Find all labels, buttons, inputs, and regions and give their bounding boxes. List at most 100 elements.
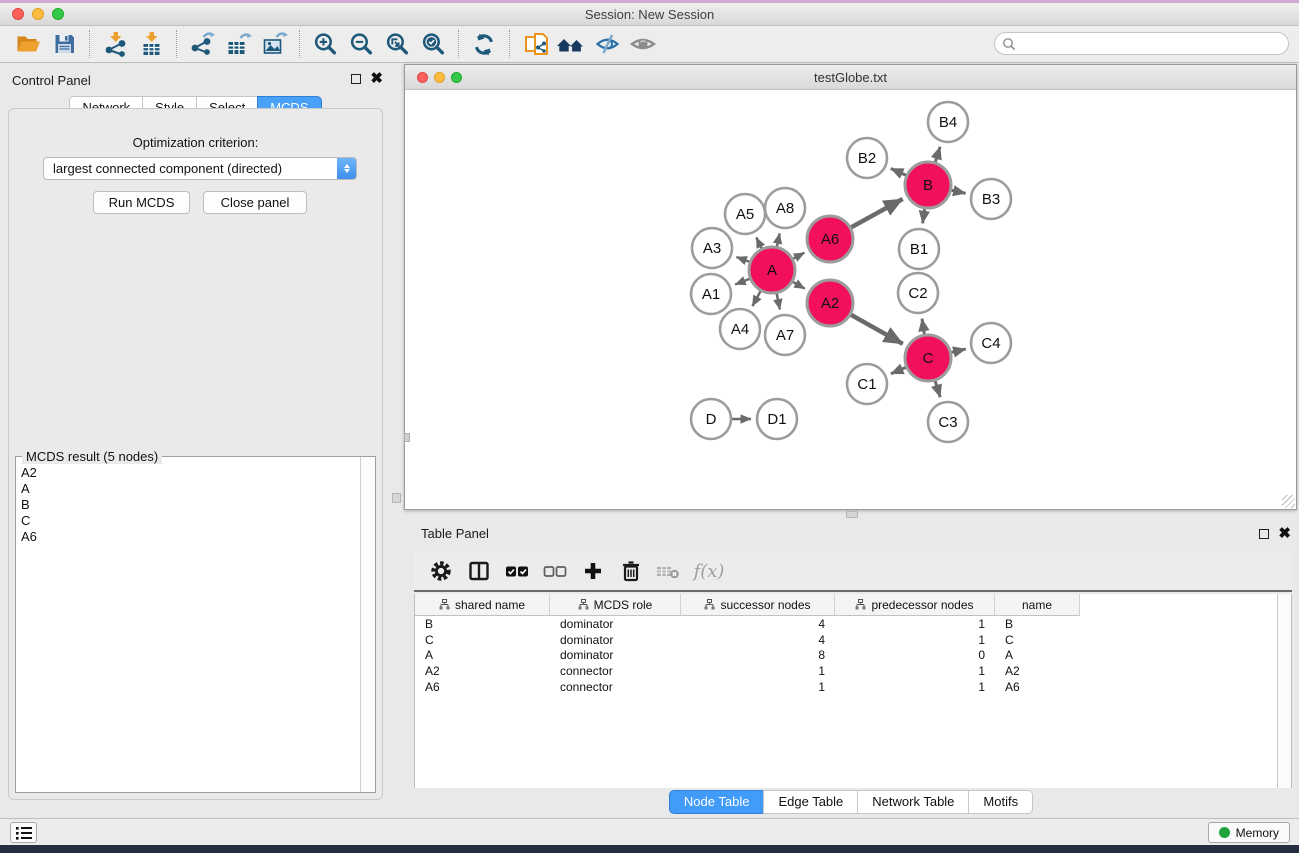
tab-node-table[interactable]: Node Table bbox=[669, 790, 764, 814]
column-header-mcds-role[interactable]: MCDS role bbox=[550, 594, 681, 616]
table-row[interactable]: Bdominator41B bbox=[415, 616, 1291, 632]
function-builder-button[interactable]: f(x) bbox=[688, 555, 726, 587]
cell-shared-name[interactable]: A bbox=[415, 647, 550, 663]
select-all-button[interactable] bbox=[498, 555, 536, 587]
graph-node-C2[interactable]: C2 bbox=[898, 273, 938, 313]
import-table-button[interactable] bbox=[133, 29, 169, 59]
graph-node-A8[interactable]: A8 bbox=[765, 188, 805, 228]
hide-details-button[interactable] bbox=[589, 29, 625, 59]
export-network-button[interactable] bbox=[184, 29, 220, 59]
show-panels-button[interactable] bbox=[10, 822, 37, 843]
graph-node-C1[interactable]: C1 bbox=[847, 364, 887, 404]
graph-node-A7[interactable]: A7 bbox=[765, 315, 805, 355]
cell-successor-nodes[interactable]: 8 bbox=[681, 647, 835, 663]
table-settings-button[interactable] bbox=[422, 555, 460, 587]
show-columns-button[interactable] bbox=[460, 555, 498, 587]
cell-successor-nodes[interactable]: 4 bbox=[681, 616, 835, 632]
mcds-result-item[interactable]: A6 bbox=[21, 529, 359, 545]
cell-name[interactable]: B bbox=[995, 616, 1080, 632]
graph-node-A4[interactable]: A4 bbox=[720, 309, 760, 349]
cell-predecessor-nodes[interactable]: 1 bbox=[835, 679, 995, 695]
cell-predecessor-nodes[interactable]: 1 bbox=[835, 616, 995, 632]
column-header-predecessor-nodes[interactable]: predecessor nodes bbox=[835, 594, 995, 616]
memory-button[interactable]: Memory bbox=[1208, 822, 1290, 843]
table-row[interactable]: Adominator80A bbox=[415, 647, 1291, 663]
horizontal-splitter-grip[interactable] bbox=[846, 511, 858, 518]
search-input[interactable] bbox=[1016, 37, 1288, 51]
tab-edge-table[interactable]: Edge Table bbox=[763, 790, 857, 814]
float-panel-icon[interactable] bbox=[351, 74, 361, 84]
search-field[interactable] bbox=[994, 32, 1289, 55]
graph-node-B[interactable]: B bbox=[905, 162, 951, 208]
table-row[interactable]: A6connector11A6 bbox=[415, 679, 1291, 695]
export-table-button[interactable] bbox=[220, 29, 256, 59]
cell-mcds-role[interactable]: dominator bbox=[550, 616, 681, 632]
window-edge-handle[interactable] bbox=[404, 433, 410, 442]
mcds-result-item[interactable]: C bbox=[21, 513, 359, 529]
close-table-panel-icon[interactable]: ✖ bbox=[1278, 529, 1291, 539]
add-column-button[interactable] bbox=[574, 555, 612, 587]
table-row[interactable]: A2connector11A2 bbox=[415, 663, 1291, 679]
cell-predecessor-nodes[interactable]: 0 bbox=[835, 647, 995, 663]
cell-successor-nodes[interactable]: 1 bbox=[681, 663, 835, 679]
cell-name[interactable]: C bbox=[995, 632, 1080, 648]
graph-node-A6[interactable]: A6 bbox=[807, 216, 853, 262]
tab-network-table[interactable]: Network Table bbox=[857, 790, 968, 814]
graph-node-C[interactable]: C bbox=[905, 335, 951, 381]
save-session-button[interactable] bbox=[46, 29, 82, 59]
window-resize-grip[interactable] bbox=[1282, 495, 1295, 508]
close-panel-icon[interactable]: ✖ bbox=[370, 74, 383, 84]
zoom-fit-button[interactable] bbox=[379, 29, 415, 59]
zoom-in-button[interactable] bbox=[307, 29, 343, 59]
graph-node-D1[interactable]: D1 bbox=[757, 399, 797, 439]
home-view-button[interactable] bbox=[553, 29, 589, 59]
cell-successor-nodes[interactable]: 4 bbox=[681, 632, 835, 648]
graph-node-A2[interactable]: A2 bbox=[807, 280, 853, 326]
cell-predecessor-nodes[interactable]: 1 bbox=[835, 663, 995, 679]
table-row[interactable]: Cdominator41C bbox=[415, 632, 1291, 648]
cell-name[interactable]: A bbox=[995, 647, 1080, 663]
cell-shared-name[interactable]: A2 bbox=[415, 663, 550, 679]
vertical-splitter-grip[interactable] bbox=[392, 493, 401, 503]
graph-node-A5[interactable]: A5 bbox=[725, 194, 765, 234]
mcds-result-item[interactable]: B bbox=[21, 497, 359, 513]
optimization-criterion-select[interactable]: largest connected component (directed) bbox=[43, 157, 357, 180]
graph-node-C3[interactable]: C3 bbox=[928, 402, 968, 442]
network-window-titlebar[interactable]: testGlobe.txt bbox=[405, 65, 1296, 90]
cell-mcds-role[interactable]: dominator bbox=[550, 632, 681, 648]
graph-node-A[interactable]: A bbox=[749, 247, 795, 293]
refresh-layout-button[interactable] bbox=[466, 29, 502, 59]
cell-mcds-role[interactable]: connector bbox=[550, 679, 681, 695]
open-session-button[interactable] bbox=[10, 29, 46, 59]
table-scrollbar[interactable] bbox=[1277, 594, 1291, 788]
graph-node-A3[interactable]: A3 bbox=[692, 228, 732, 268]
zoom-out-button[interactable] bbox=[343, 29, 379, 59]
cell-shared-name[interactable]: A6 bbox=[415, 679, 550, 695]
cell-shared-name[interactable]: C bbox=[415, 632, 550, 648]
float-table-panel-icon[interactable] bbox=[1259, 529, 1269, 539]
mcds-result-item[interactable]: A2 bbox=[21, 465, 359, 481]
graph-node-B1[interactable]: B1 bbox=[899, 229, 939, 269]
graph-node-D[interactable]: D bbox=[691, 399, 731, 439]
cell-name[interactable]: A2 bbox=[995, 663, 1080, 679]
delete-column-button[interactable] bbox=[612, 555, 650, 587]
graph-node-B2[interactable]: B2 bbox=[847, 138, 887, 178]
column-header-name[interactable]: name bbox=[995, 594, 1080, 616]
clone-network-button[interactable] bbox=[517, 29, 553, 59]
graph-node-B4[interactable]: B4 bbox=[928, 102, 968, 142]
delete-table-button[interactable] bbox=[650, 555, 688, 587]
unselect-all-button[interactable] bbox=[536, 555, 574, 587]
graph-node-A1[interactable]: A1 bbox=[691, 274, 731, 314]
cell-shared-name[interactable]: B bbox=[415, 616, 550, 632]
export-image-button[interactable] bbox=[256, 29, 292, 59]
close-panel-button[interactable]: Close panel bbox=[203, 191, 307, 214]
cell-successor-nodes[interactable]: 1 bbox=[681, 679, 835, 695]
zoom-selected-button[interactable] bbox=[415, 29, 451, 59]
column-header-shared-name[interactable]: shared name bbox=[415, 594, 550, 616]
graph-node-B3[interactable]: B3 bbox=[971, 179, 1011, 219]
cell-name[interactable]: A6 bbox=[995, 679, 1080, 695]
cell-predecessor-nodes[interactable]: 1 bbox=[835, 632, 995, 648]
run-mcds-button[interactable]: Run MCDS bbox=[93, 191, 190, 214]
tab-motifs[interactable]: Motifs bbox=[968, 790, 1033, 814]
mcds-result-item[interactable]: A bbox=[21, 481, 359, 497]
